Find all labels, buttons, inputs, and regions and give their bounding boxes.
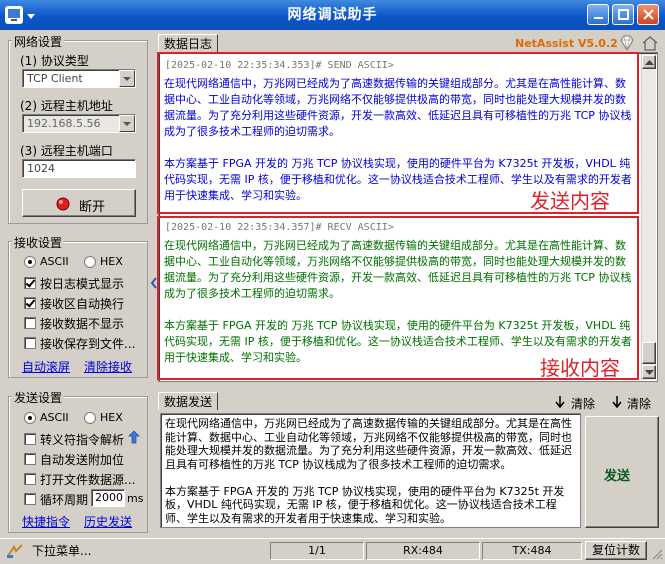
log-mode-label: 按日志模式显示 xyxy=(40,277,125,291)
receive-ascii-label: ASCII xyxy=(40,255,69,268)
diamond-icon[interactable] xyxy=(618,35,636,51)
clear-arrow-icon xyxy=(609,394,625,410)
cycle-label: 循环周期 xyxy=(40,493,89,507)
receive-hex-label: HEX xyxy=(100,255,123,268)
tab-data-send[interactable]: 数据发送 xyxy=(158,392,218,410)
auto-append-label: 自动发送附加位 xyxy=(40,453,125,467)
disconnect-button[interactable]: 断开 xyxy=(22,189,136,217)
log-mode-checkbox[interactable] xyxy=(24,277,36,289)
send-ascii-radio[interactable] xyxy=(24,412,36,424)
protocol-label: (1) 协议类型 xyxy=(20,54,89,68)
host-input[interactable]: 192.168.5.56 xyxy=(22,114,136,133)
send-settings-title: 发送设置 xyxy=(12,389,65,406)
window-title: 网络调试助手 xyxy=(287,7,378,23)
network-settings-title: 网络设置 xyxy=(12,33,65,50)
file-source-checkbox[interactable] xyxy=(24,473,36,485)
send-hex-label: HEX xyxy=(100,411,123,424)
dropdown-menu-icon[interactable] xyxy=(6,543,24,559)
send-log-paragraph-1: 在现代网络通信中，万兆网已经成为了高速数据传输的关键组成部分。尤其是在高性能计算… xyxy=(164,77,632,138)
port-input[interactable]: 1024 xyxy=(22,159,136,178)
scroll-down-button[interactable] xyxy=(642,365,656,379)
page-indicator: 1/1 xyxy=(270,542,364,560)
save-to-file-label: 接收保存到文件... xyxy=(40,337,136,351)
escape-parse-checkbox[interactable] xyxy=(24,433,36,445)
send-textarea[interactable]: 在现代网络通信中，万兆网已经成为了高速数据传输的关键组成部分。尤其是在高性能计算… xyxy=(160,413,581,528)
file-source-label: 打开文件数据源... xyxy=(40,473,136,487)
receive-hex-radio[interactable] xyxy=(84,256,96,268)
port-label: (3) 远程主机端口 xyxy=(20,144,113,158)
chevron-down-icon[interactable] xyxy=(119,115,135,132)
disconnect-label: 断开 xyxy=(79,200,106,215)
receive-content-annotation: 接收内容 xyxy=(540,356,620,380)
system-menu-arrow-icon[interactable] xyxy=(26,10,36,20)
maximize-button[interactable] xyxy=(612,4,634,25)
app-icon[interactable] xyxy=(5,6,23,24)
cycle-input[interactable]: 2000 xyxy=(91,489,125,507)
receive-ascii-radio[interactable] xyxy=(24,256,36,268)
protocol-value: TCP Client xyxy=(27,72,83,85)
clear-send-button[interactable]: 清除 xyxy=(571,395,595,412)
escape-parse-label: 转义符指令解析 xyxy=(40,433,125,447)
tab-data-log-label: 数据日志 xyxy=(164,37,213,51)
tab-data-send-label: 数据发送 xyxy=(164,395,213,409)
send-hex-radio[interactable] xyxy=(84,412,96,424)
send-button[interactable]: 发送 xyxy=(585,416,659,528)
port-value: 1024 xyxy=(27,162,55,175)
host-value: 192.168.5.56 xyxy=(27,117,101,130)
close-button[interactable] xyxy=(637,4,659,25)
recv-log-header: [2025-02-10 22:35:34.357]# RECV ASCII> xyxy=(165,222,394,233)
send-history-link[interactable]: 历史发送 xyxy=(84,513,132,530)
host-label: (2) 远程主机地址 xyxy=(20,99,113,113)
tx-counter: TX:484 xyxy=(482,542,582,560)
auto-scroll-link[interactable]: 自动滚屏 xyxy=(22,358,70,375)
hide-data-label: 接收数据不显示 xyxy=(40,317,125,331)
scroll-thumb[interactable] xyxy=(642,342,656,364)
hide-data-checkbox[interactable] xyxy=(24,317,36,329)
tab-data-log[interactable]: 数据日志 xyxy=(158,34,218,52)
send-content-annotation: 发送内容 xyxy=(530,189,610,213)
clear-receive-link[interactable]: 清除接收 xyxy=(84,358,132,375)
clear-arrow-icon xyxy=(552,394,568,410)
send-ascii-label: ASCII xyxy=(40,411,69,424)
dropdown-menu-button[interactable]: 下拉菜单... xyxy=(32,542,91,559)
cycle-checkbox[interactable] xyxy=(24,493,36,505)
help-icon[interactable] xyxy=(128,430,140,444)
scroll-up-button[interactable] xyxy=(642,55,656,69)
connection-status-icon xyxy=(56,197,70,211)
save-to-file-checkbox[interactable] xyxy=(24,337,36,349)
brand-label: NetAssist V5.0.2 xyxy=(515,37,618,50)
resize-grip-icon[interactable] xyxy=(651,548,663,560)
minimize-button[interactable] xyxy=(587,4,609,25)
rx-counter: RX:484 xyxy=(366,542,480,560)
clear-all-button[interactable]: 清除 xyxy=(627,395,651,412)
send-button-label: 发送 xyxy=(604,469,631,484)
home-icon[interactable] xyxy=(641,35,659,51)
auto-wrap-label: 接收区自动换行 xyxy=(40,297,125,311)
receive-settings-title: 接收设置 xyxy=(12,234,65,251)
auto-wrap-checkbox[interactable] xyxy=(24,297,36,309)
recv-log-paragraph-1: 在现代网络通信中，万兆网已经成为了高速数据传输的关键组成部分。尤其是在高性能计算… xyxy=(164,239,632,300)
protocol-select[interactable]: TCP Client xyxy=(22,69,136,88)
cycle-unit: ms xyxy=(127,492,144,505)
send-log-header: [2025-02-10 22:35:34.353]# SEND ASCII> xyxy=(165,60,394,71)
auto-append-checkbox[interactable] xyxy=(24,453,36,465)
log-scrollbar[interactable] xyxy=(641,54,656,380)
chevron-down-icon[interactable] xyxy=(119,70,135,87)
reset-count-button[interactable]: 复位计数 xyxy=(585,541,647,560)
shortcut-commands-link[interactable]: 快捷指令 xyxy=(22,513,70,530)
